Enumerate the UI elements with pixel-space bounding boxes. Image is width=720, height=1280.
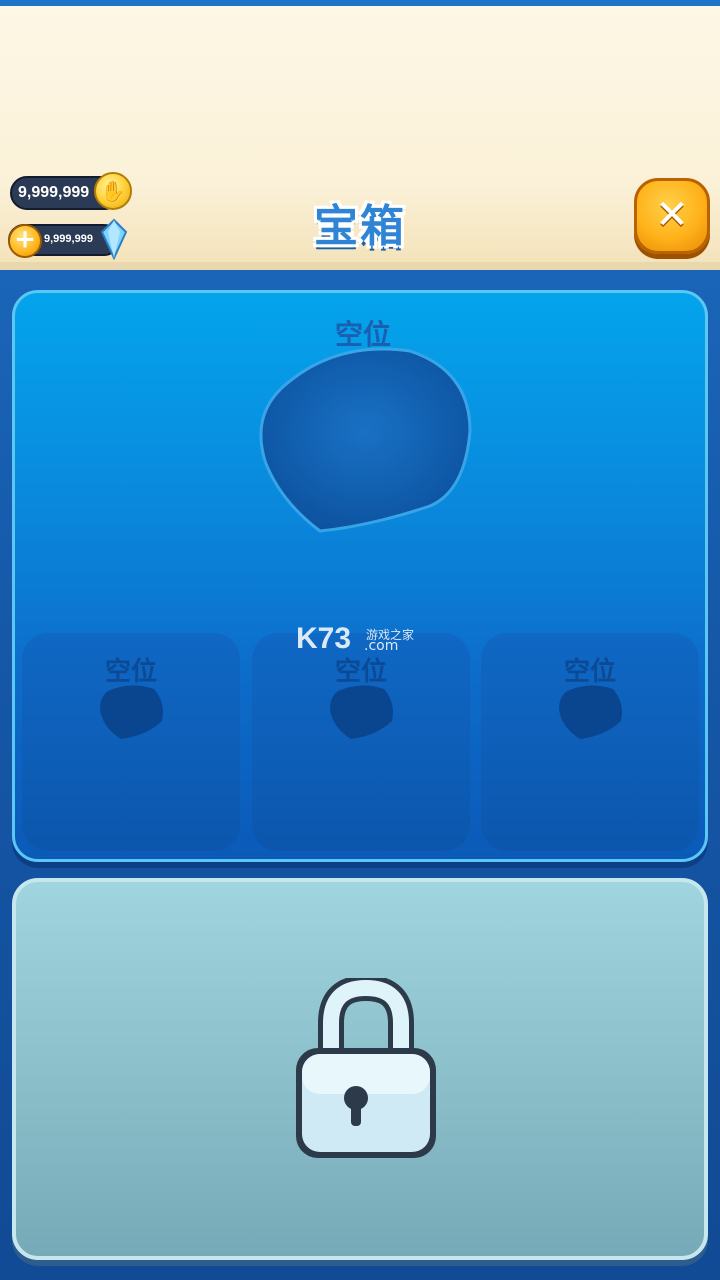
slot-placeholder-icon <box>100 685 163 739</box>
main-chest-slot[interactable] <box>250 341 475 536</box>
close-icon: ✕ <box>655 192 689 239</box>
page-title: 宝箱 <box>314 201 406 252</box>
locked-slot-panel[interactable] <box>12 878 708 1260</box>
lock-icon <box>296 978 436 1158</box>
watermark: K73 游戏之家 .com <box>296 622 436 662</box>
chest-slot-2[interactable]: 空位 <box>252 633 470 851</box>
close-button[interactable]: ✕ <box>634 178 710 254</box>
slot-placeholder-icon <box>559 685 622 739</box>
watermark-domain: .com <box>364 638 399 654</box>
chest-slots-panel: 空位 空位 空位 空位 <box>12 290 708 862</box>
slot-placeholder-icon <box>330 685 393 739</box>
chest-slot-1[interactable]: 空位 <box>22 633 240 851</box>
chest-slot-3[interactable]: 空位 <box>481 633 699 851</box>
watermark-logo: K73 <box>296 622 352 655</box>
